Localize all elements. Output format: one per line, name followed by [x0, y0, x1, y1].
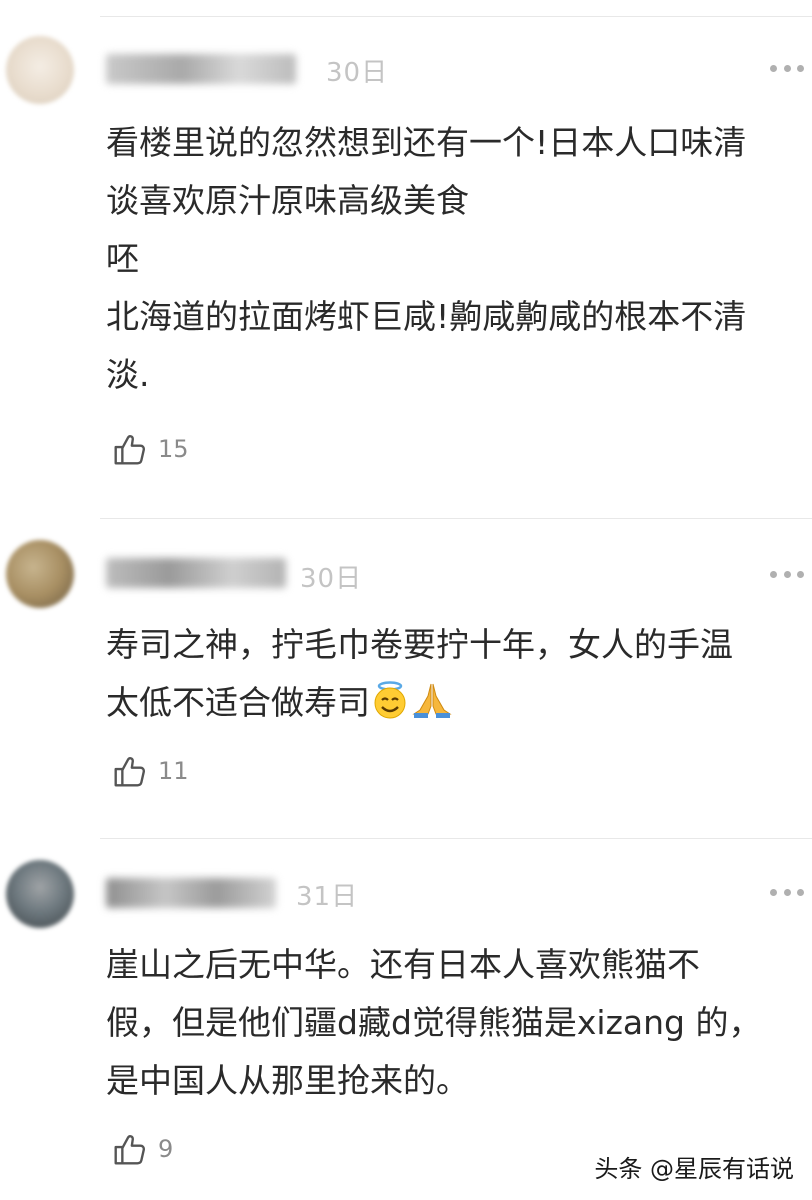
- divider: [100, 518, 812, 519]
- more-options-icon[interactable]: [770, 64, 804, 72]
- like-count: 9: [158, 1135, 174, 1163]
- thumbs-up-icon: [114, 1135, 145, 1165]
- comment-text: 寿司之神，拧毛巾卷要拧十年，女人的手温 太低不适合做寿司: [106, 616, 806, 738]
- more-options-icon[interactable]: [770, 888, 804, 896]
- like-count: 15: [158, 435, 189, 463]
- comment-date: 30日: [300, 564, 363, 594]
- username-blurred[interactable]: [106, 878, 276, 908]
- comment-date: 30日: [326, 58, 389, 88]
- avatar[interactable]: [6, 540, 74, 608]
- avatar[interactable]: [6, 36, 74, 104]
- thumbs-up-icon: [114, 757, 145, 787]
- like-button[interactable]: 9: [110, 1130, 173, 1168]
- comment-text: 崖山之后无中华。还有日本人喜欢熊猫不 假，但是他们疆d藏d觉得熊猫是xizang…: [106, 945, 762, 1100]
- like-button[interactable]: 15: [110, 430, 189, 468]
- comment-feed: 30日 看楼里说的忽然想到还有一个!日本人口味清 谈喜欢原汁原味高级美食 呸 北…: [0, 0, 812, 1200]
- divider: [100, 838, 812, 839]
- thumbs-up-icon: [114, 435, 145, 465]
- avatar[interactable]: [6, 860, 74, 928]
- watermark-text: 头条 @星辰有话说: [594, 1155, 794, 1183]
- smiling-face-with-halo-icon: [370, 680, 410, 738]
- comment-date: 31日: [296, 882, 359, 912]
- more-options-icon[interactable]: [770, 570, 804, 578]
- like-button[interactable]: 11: [110, 752, 189, 790]
- like-count: 11: [158, 757, 189, 785]
- username-blurred[interactable]: [106, 54, 296, 84]
- divider: [100, 16, 812, 17]
- comment-text: 看楼里说的忽然想到还有一个!日本人口味清 谈喜欢原汁原味高级美食 呸 北海道的拉…: [106, 123, 747, 394]
- folded-hands-icon: [410, 680, 454, 738]
- username-blurred[interactable]: [106, 558, 286, 588]
